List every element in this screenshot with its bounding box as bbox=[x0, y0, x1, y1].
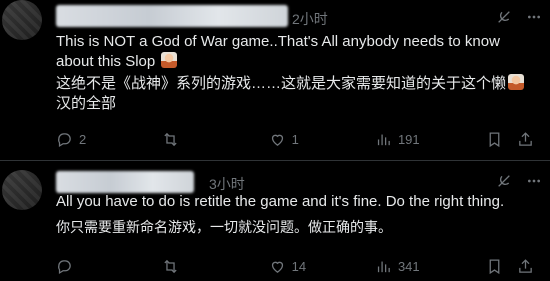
share-icon[interactable] bbox=[517, 258, 534, 275]
repost-icon bbox=[164, 132, 177, 147]
views-count: 191 bbox=[397, 132, 420, 147]
like-count: 1 bbox=[291, 132, 299, 147]
views-icon bbox=[377, 134, 390, 146]
grok-icon[interactable] bbox=[496, 173, 512, 189]
more-icon[interactable] bbox=[526, 9, 542, 25]
action-bar: 2 1 191 bbox=[56, 131, 534, 148]
action-bar: 14 341 bbox=[56, 258, 534, 275]
post-text-zh: 你只需要重新命名游戏，一切就没问题。做正确的事。 bbox=[56, 219, 392, 235]
reply-icon bbox=[58, 133, 71, 148]
reply-button[interactable] bbox=[56, 258, 96, 275]
reply-icon bbox=[58, 260, 71, 275]
bookmark-icon[interactable] bbox=[486, 258, 503, 275]
views-button[interactable]: 191 bbox=[375, 131, 420, 148]
repost-button[interactable] bbox=[162, 258, 202, 275]
like-count: 14 bbox=[291, 259, 307, 274]
reply-count: 2 bbox=[79, 132, 87, 147]
post-divider bbox=[0, 160, 550, 161]
repost-icon bbox=[164, 259, 177, 274]
post-text-en: All you have to do is retitle the game a… bbox=[56, 193, 505, 210]
bookmark-icon[interactable] bbox=[486, 131, 503, 148]
author-name-redacted bbox=[56, 171, 194, 193]
post-time[interactable]: 2小时 bbox=[292, 9, 328, 29]
views-count: 341 bbox=[397, 259, 420, 274]
person-shrugging-emoji bbox=[508, 74, 525, 90]
grok-icon[interactable] bbox=[496, 9, 512, 25]
post[interactable]: 2小时 This is NOT a God of War game..That'… bbox=[0, 0, 550, 160]
views-button[interactable]: 341 bbox=[375, 258, 420, 275]
repost-button[interactable] bbox=[162, 131, 202, 148]
avatar[interactable] bbox=[2, 170, 42, 210]
views-icon bbox=[377, 261, 390, 273]
avatar[interactable] bbox=[2, 0, 42, 40]
reply-button[interactable]: 2 bbox=[56, 131, 96, 148]
person-shrugging-emoji bbox=[161, 51, 178, 68]
like-icon bbox=[271, 134, 283, 146]
author-name-redacted bbox=[56, 5, 288, 27]
share-icon[interactable] bbox=[517, 131, 534, 148]
post-time[interactable]: 3小时 bbox=[209, 174, 245, 194]
more-icon[interactable] bbox=[526, 173, 542, 189]
post-text-en: This is NOT a God of War game..That's Al… bbox=[56, 33, 500, 70]
like-button[interactable]: 1 bbox=[269, 131, 309, 148]
post-text-zh: 这绝不是《战神》系列的游戏……这就是大家需要知道的关于这个懒汉的全部 bbox=[56, 74, 536, 113]
post[interactable]: 3小时 All you have to do is retitle the ga… bbox=[0, 162, 550, 281]
like-icon bbox=[271, 261, 283, 273]
like-button[interactable]: 14 bbox=[269, 258, 309, 275]
